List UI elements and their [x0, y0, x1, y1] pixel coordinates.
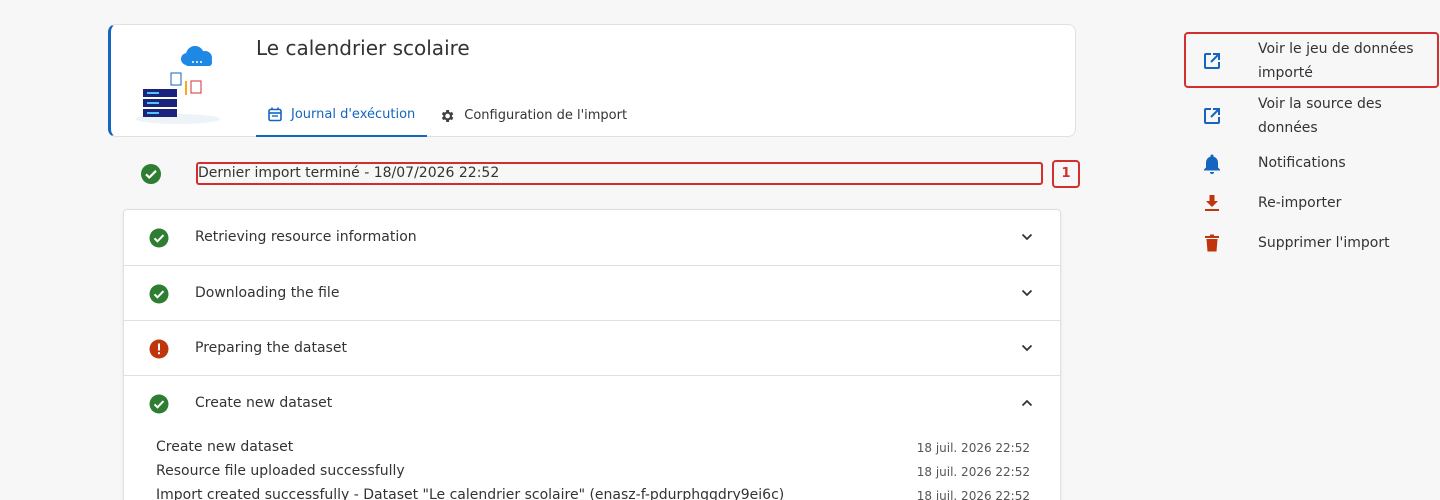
- tab-configuration[interactable]: Configuration de l'import: [427, 94, 639, 137]
- log-date: 18 juil. 2026 22:52: [916, 441, 1030, 455]
- step-retrieving-resource[interactable]: Retrieving resource information: [124, 210, 1060, 266]
- log-message: Create new dataset: [156, 439, 294, 455]
- annotation-badge: 1: [1052, 160, 1080, 188]
- step-label: Create new dataset: [195, 395, 333, 411]
- action-label: Voir le jeu de données importé: [1258, 41, 1414, 81]
- status-text: Dernier import terminé - 18/07/2026 22:5…: [196, 162, 1043, 185]
- delete-import-button[interactable]: Supprimer l'import: [1186, 230, 1439, 258]
- check-circle-icon: [149, 228, 169, 248]
- bell-icon: [1204, 154, 1220, 174]
- log-date: 18 juil. 2026 22:52: [916, 465, 1030, 479]
- notifications-button[interactable]: Notifications: [1186, 150, 1439, 178]
- alert-circle-icon: [149, 339, 169, 359]
- action-label: Re-importer: [1258, 195, 1342, 211]
- gear-icon: [442, 109, 454, 122]
- external-link-icon: [1204, 108, 1220, 124]
- step-create-dataset[interactable]: Create new dataset: [124, 376, 1060, 431]
- step-downloading-file[interactable]: Downloading the file: [124, 266, 1060, 321]
- log-entry: Import created successfully - Dataset "L…: [156, 487, 1030, 500]
- page-title: Le calendrier scolaire: [256, 36, 470, 60]
- log-entry: Create new dataset 18 juil. 2026 22:52: [156, 439, 1030, 463]
- tab-journal-label: Journal d'exécution: [291, 107, 416, 122]
- action-label: Voir la source des données: [1258, 96, 1382, 136]
- view-imported-dataset-link[interactable]: Voir le jeu de données importé: [1184, 32, 1439, 88]
- step-log-list: Create new dataset 18 juil. 2026 22:52 R…: [156, 439, 1030, 500]
- action-label: Notifications: [1258, 155, 1346, 171]
- check-circle-icon: [149, 394, 169, 414]
- log-date: 18 juil. 2026 22:52: [916, 489, 1030, 500]
- step-label: Preparing the dataset: [195, 340, 347, 356]
- log-entry: Resource file uploaded successfully 18 j…: [156, 463, 1030, 487]
- import-header-card: Le calendrier scolaire Journal d'exécuti…: [108, 24, 1076, 137]
- step-label: Retrieving resource information: [195, 229, 417, 245]
- cloud-server-illustration: [133, 43, 233, 125]
- chevron-down-icon[interactable]: [1020, 286, 1034, 300]
- trash-icon: [1205, 234, 1219, 252]
- download-icon: [1205, 195, 1219, 211]
- check-circle-icon: [149, 284, 169, 304]
- last-import-status: Dernier import terminé - 18/07/2026 22:5…: [140, 160, 1085, 188]
- external-link-icon: [1204, 53, 1220, 69]
- chevron-down-icon[interactable]: [1020, 230, 1034, 244]
- chevron-up-icon[interactable]: [1020, 396, 1034, 410]
- calendar-icon: [268, 107, 282, 122]
- log-message: Resource file uploaded successfully: [156, 463, 405, 479]
- execution-steps-panel: Retrieving resource information Download…: [123, 209, 1061, 500]
- action-label: Supprimer l'import: [1258, 235, 1390, 251]
- log-message: Import created successfully - Dataset "L…: [156, 487, 785, 500]
- reimport-button[interactable]: Re-importer: [1186, 190, 1439, 218]
- check-circle-icon: [141, 164, 161, 184]
- tab-configuration-label: Configuration de l'import: [464, 108, 628, 123]
- step-preparing-dataset[interactable]: Preparing the dataset: [124, 321, 1060, 376]
- tab-bar: Journal d'exécution Configuration de l'i…: [256, 94, 639, 137]
- chevron-down-icon[interactable]: [1020, 341, 1034, 355]
- view-source-data-link[interactable]: Voir la source des données: [1186, 92, 1439, 142]
- step-label: Downloading the file: [195, 285, 340, 301]
- tab-journal[interactable]: Journal d'exécution: [256, 94, 428, 137]
